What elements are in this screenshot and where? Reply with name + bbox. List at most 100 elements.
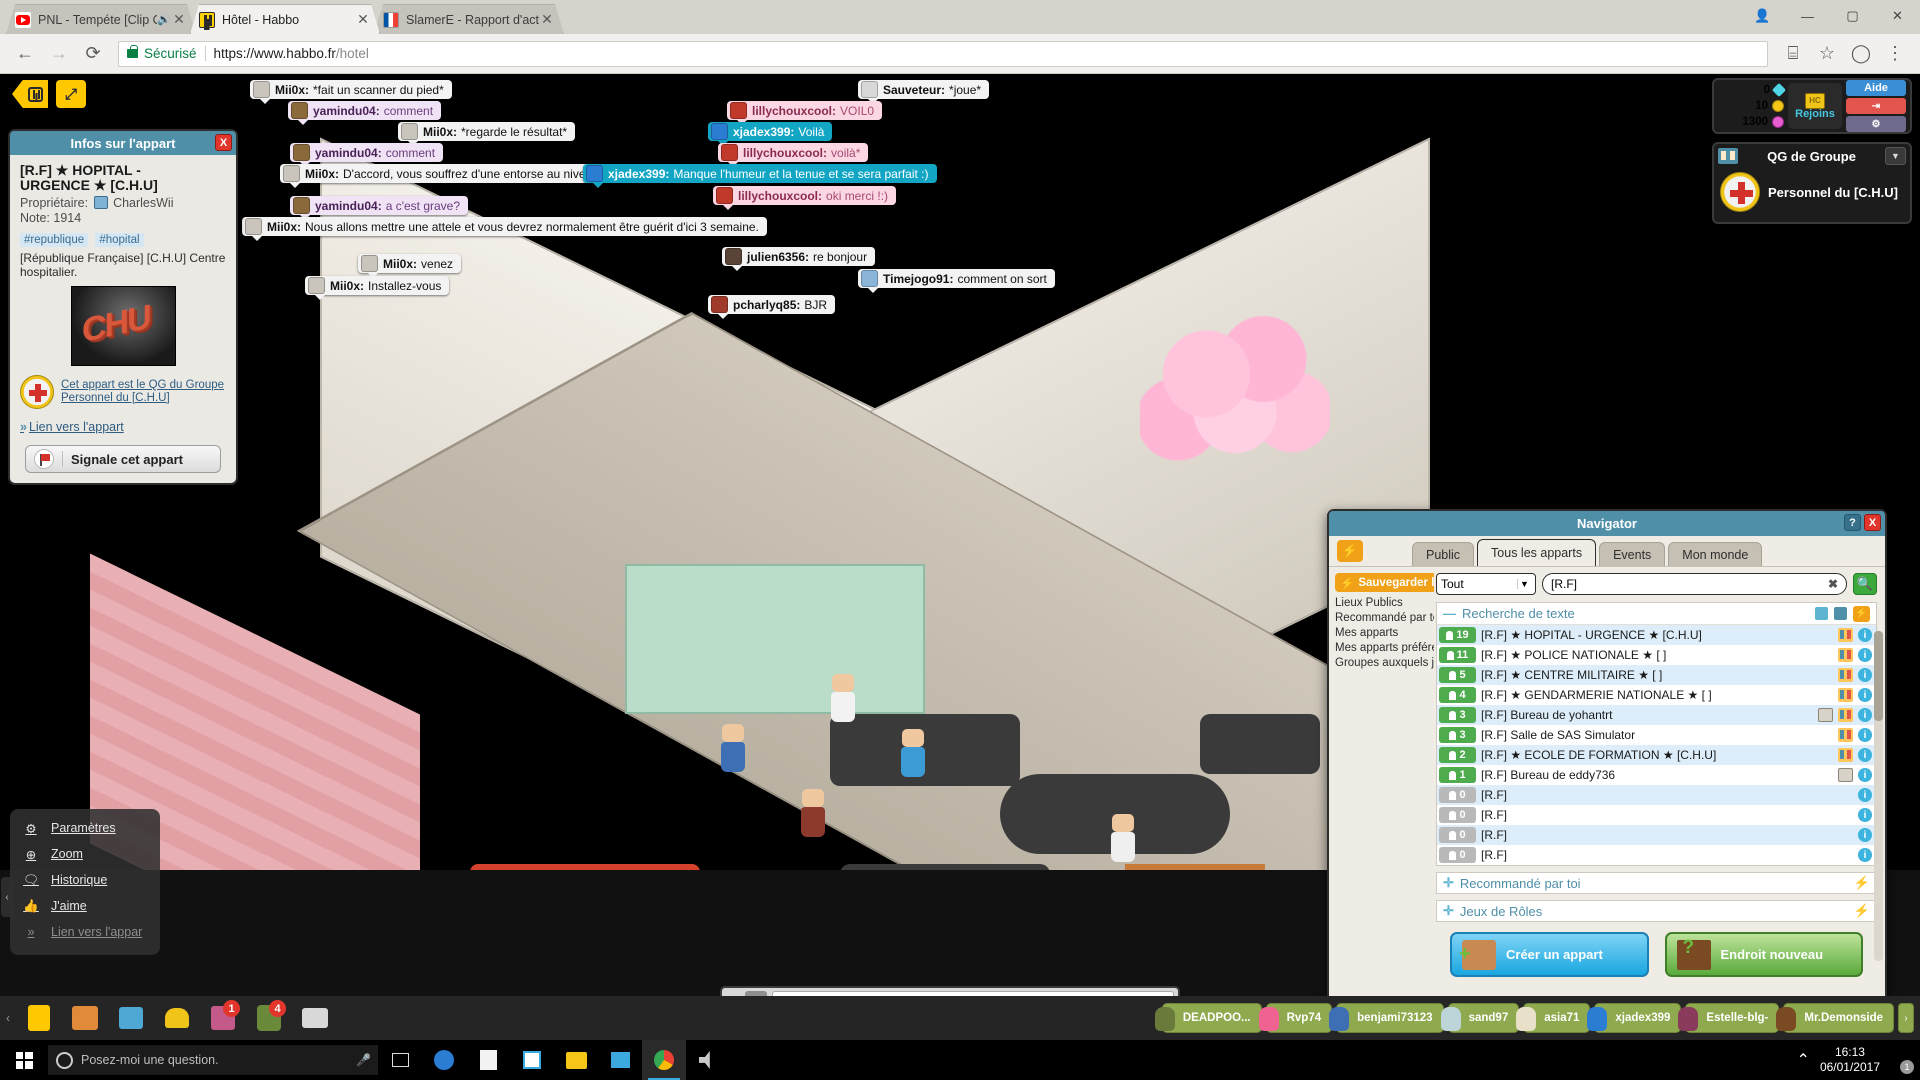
friend-chip[interactable]: Mr.Demonside bbox=[1776, 1003, 1894, 1033]
minimize-button[interactable]: — bbox=[1785, 0, 1830, 32]
chat-bubble[interactable]: Timejogo91: comment on sort bbox=[858, 269, 1055, 293]
profile-avatar-icon[interactable]: 👤 bbox=[1740, 0, 1785, 32]
browser-tab-0[interactable]: PNL - Tempéte [Clip O 🔊 ✕ bbox=[6, 4, 196, 34]
sound-icon[interactable] bbox=[686, 1040, 730, 1080]
navigator-room-row[interactable]: 0 [R.F] i bbox=[1437, 825, 1876, 845]
context-menu-item-jaime[interactable]: 👍 J'aime bbox=[10, 893, 160, 919]
room-info-icon[interactable]: i bbox=[1858, 628, 1872, 642]
inventory-icon[interactable] bbox=[62, 996, 108, 1040]
navigator-sidebar-item[interactable]: Lieux Publics bbox=[1335, 596, 1434, 611]
room-info-icon[interactable]: i bbox=[1858, 748, 1872, 762]
room-tag[interactable]: #republique bbox=[20, 233, 89, 247]
create-room-button[interactable]: Créer un appart bbox=[1450, 932, 1649, 977]
chat-bubble[interactable]: yamindu04: comment bbox=[288, 101, 442, 125]
room-name[interactable]: [R.F] Bureau de eddy736 bbox=[1481, 768, 1833, 782]
chat-bubble[interactable]: xjadex399: Voilà bbox=[708, 122, 833, 146]
diamonds-row[interactable]: 0 bbox=[1718, 82, 1787, 98]
friend-chip[interactable]: xjadex399 bbox=[1587, 1003, 1682, 1033]
clock[interactable]: 16:13 06/01/2017 bbox=[1820, 1045, 1880, 1075]
navigator-header[interactable]: Navigator ? X bbox=[1329, 511, 1885, 536]
room-name[interactable]: [R.F] ★ HOPITAL - URGENCE ★ [C.H.U] bbox=[1481, 628, 1833, 642]
chat-bubble[interactable]: lillychouxcool: oki merci !:) bbox=[713, 186, 897, 210]
expand-icon[interactable]: ✛ bbox=[1443, 875, 1454, 891]
context-menu-item-zoom[interactable]: ⊕ Zoom bbox=[10, 841, 160, 867]
navigator-room-row[interactable]: 3 [R.F] Salle de SAS Simulator i bbox=[1437, 725, 1876, 745]
navigator-room-row[interactable]: 19 [R.F] ★ HOPITAL - URGENCE ★ [C.H.U] i bbox=[1437, 625, 1876, 645]
browser-tab-2[interactable]: SlamerE - Rapport d'acti ✕ bbox=[374, 4, 564, 34]
toolbar-collapse-icon[interactable]: ‹ bbox=[0, 996, 16, 1040]
expand-icon[interactable]: ✛ bbox=[1443, 903, 1454, 919]
chevron-down-icon[interactable]: ▼ bbox=[1885, 147, 1906, 165]
recommended-section[interactable]: ✛ Recommandé par toi ⚡ bbox=[1436, 872, 1877, 894]
context-menu-item-historique[interactable]: 🗨 Historique bbox=[10, 867, 160, 893]
bolt-icon[interactable]: ⚡ bbox=[1854, 903, 1870, 919]
navigator-sidebar-item[interactable]: Recommandé par toi bbox=[1335, 611, 1434, 626]
tab-mon-monde[interactable]: Mon monde bbox=[1668, 542, 1763, 566]
navigator-room-row[interactable]: 11 [R.F] ★ POLICE NATIONALE ★ [ ] i bbox=[1437, 645, 1876, 665]
navigator-room-row[interactable]: 0 [R.F] i bbox=[1437, 785, 1876, 805]
room-link-label[interactable]: Lien vers l'appart bbox=[29, 420, 124, 434]
grid-view-icon[interactable] bbox=[1815, 607, 1828, 620]
task-view-icon[interactable] bbox=[378, 1040, 422, 1080]
filter-select[interactable]: Tout ▼ bbox=[1436, 573, 1536, 595]
chat-bubble[interactable]: Mii0x: *regarde le résultat* bbox=[398, 122, 576, 146]
tab-events[interactable]: Events bbox=[1599, 542, 1666, 566]
store-icon[interactable] bbox=[466, 1040, 510, 1080]
room-name[interactable]: [R.F] ★ CENTRE MILITAIRE ★ [ ] bbox=[1481, 668, 1833, 682]
room-name[interactable]: [R.F] bbox=[1481, 828, 1853, 842]
chat-bubble[interactable]: Mii0x: venez bbox=[358, 254, 462, 278]
navigator-room-row[interactable]: 0 [R.F] i bbox=[1437, 845, 1876, 865]
navigator-room-row[interactable]: 0 [R.F] i bbox=[1437, 805, 1876, 825]
credits-row[interactable]: 10 bbox=[1718, 98, 1784, 114]
room-info-icon[interactable]: i bbox=[1858, 668, 1872, 682]
room-name[interactable]: [R.F] ★ GENDARMERIE NATIONALE ★ [ ] bbox=[1481, 688, 1833, 702]
bolt-icon[interactable]: ⚡ bbox=[1854, 875, 1870, 891]
tab-close-icon[interactable]: ✕ bbox=[539, 12, 555, 28]
room-name[interactable]: [R.F] ★ POLICE NATIONALE ★ [ ] bbox=[1481, 648, 1833, 662]
bolt-icon[interactable]: ⚡ bbox=[1853, 605, 1870, 622]
group-hq-body[interactable]: Personnel du [C.H.U] bbox=[1714, 168, 1910, 222]
friend-chip[interactable]: sand97 bbox=[1440, 1003, 1520, 1033]
room-group-row[interactable]: Cet appart est le QG du Groupe Personnel… bbox=[20, 375, 226, 409]
help-button[interactable]: Aide bbox=[1846, 80, 1906, 96]
tab-public[interactable]: Public bbox=[1412, 542, 1475, 566]
room-info-icon[interactable]: i bbox=[1858, 848, 1872, 862]
avatar-icon[interactable]: 4 bbox=[246, 996, 292, 1040]
room-name[interactable]: [R.F] Bureau de yohantrt bbox=[1481, 708, 1813, 722]
friend-chip[interactable]: asia71 bbox=[1516, 1003, 1591, 1033]
room-name[interactable]: [R.F] bbox=[1481, 788, 1853, 802]
chat-bubble[interactable]: lillychouxcool: VOIL0 bbox=[727, 101, 883, 125]
bookmark-star-icon[interactable]: ☆ bbox=[1810, 37, 1844, 71]
room-avatar[interactable] bbox=[830, 674, 856, 726]
navigator-sidebar-item[interactable]: Mes apparts préférés bbox=[1335, 641, 1434, 656]
room-name[interactable]: [R.F] Salle de SAS Simulator bbox=[1481, 728, 1833, 742]
room-info-icon[interactable]: i bbox=[1858, 688, 1872, 702]
search-go-icon[interactable]: 🔍 bbox=[1853, 573, 1877, 595]
camera-icon[interactable] bbox=[292, 996, 338, 1040]
chat-bubble[interactable]: Sauveteur: *joue* bbox=[858, 80, 990, 104]
friend-chip[interactable]: benjami73123 bbox=[1329, 1003, 1444, 1033]
new-place-button[interactable]: Endroit nouveau bbox=[1664, 932, 1863, 977]
microphone-icon[interactable]: 🎤 bbox=[356, 1053, 371, 1067]
start-button[interactable] bbox=[0, 1040, 48, 1080]
chat-bubble[interactable]: yamindu04: comment bbox=[290, 143, 444, 167]
room-link-row[interactable]: » Lien vers l'appart bbox=[20, 420, 226, 434]
navigator-room-row[interactable]: 5 [R.F] ★ CENTRE MILITAIRE ★ [ ] i bbox=[1437, 665, 1876, 685]
shop-icon[interactable] bbox=[108, 996, 154, 1040]
room-avatar[interactable] bbox=[720, 724, 746, 776]
chrome-menu-icon[interactable]: ⋮ bbox=[1878, 37, 1912, 71]
text-search-section-header[interactable]: — Recherche de texte ⚡ bbox=[1437, 603, 1876, 625]
mail-icon[interactable] bbox=[598, 1040, 642, 1080]
chat-bubble[interactable]: lillychouxcool: voilà* bbox=[718, 143, 869, 167]
tab-tous-les-apparts[interactable]: Tous les apparts bbox=[1477, 539, 1597, 566]
chat-bubble[interactable]: Mii0x: *fait un scanner du pied* bbox=[250, 80, 452, 104]
friend-chip[interactable]: Estelle-blg- bbox=[1678, 1003, 1780, 1033]
room-info-icon[interactable]: i bbox=[1858, 708, 1872, 722]
room-info-icon[interactable]: i bbox=[1858, 828, 1872, 842]
helmet-icon[interactable] bbox=[154, 996, 200, 1040]
browser-tab-1[interactable]: Hôtel - Habbo ✕ bbox=[190, 4, 380, 34]
context-menu-collapse-handle[interactable]: ‹ bbox=[1, 877, 13, 917]
clear-search-icon[interactable]: ✖ bbox=[1828, 577, 1838, 591]
maximize-button[interactable]: ▢ bbox=[1830, 0, 1875, 32]
room-info-icon[interactable]: i bbox=[1858, 648, 1872, 662]
